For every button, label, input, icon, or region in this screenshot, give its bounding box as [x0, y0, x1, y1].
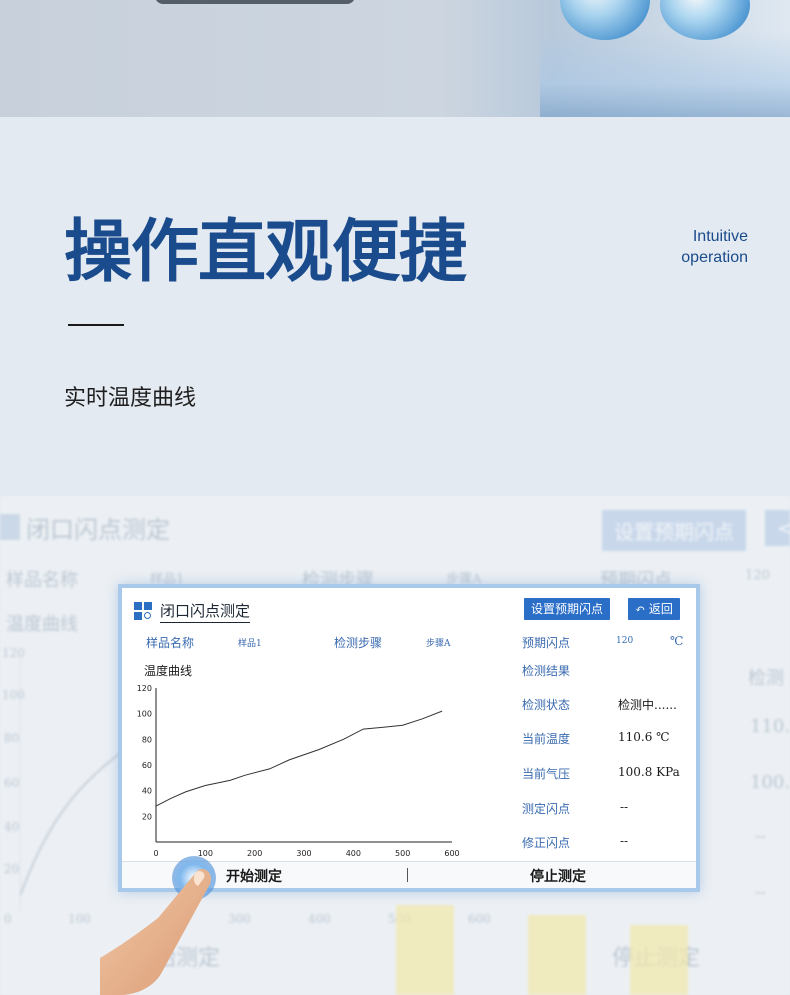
bg-set-button: 设置预期闪点: [602, 510, 746, 551]
bg-x-tick: 600: [468, 912, 491, 926]
bg-y-tick: 80: [4, 731, 20, 745]
bg-right-value: 110.: [750, 716, 790, 737]
action-divider: [407, 868, 408, 882]
temperature-series-line: [155, 710, 443, 807]
y-tick-label: 80: [142, 735, 152, 744]
y-tick-label: 60: [142, 761, 152, 770]
bg-y-tick: 40: [4, 820, 20, 834]
divider-rule: [68, 324, 124, 326]
curve-label: 温度曲线: [144, 664, 193, 678]
english-tagline-line: Intuitive: [692, 228, 748, 245]
y-tick-label: 120: [137, 684, 152, 693]
current-temp-label: 当前温度: [522, 732, 571, 746]
back-arrow-icon: ↶: [635, 602, 646, 616]
stop-test-button[interactable]: 停止测定: [530, 866, 586, 886]
measured-flash-value: --: [620, 800, 629, 814]
sample-name-label: 样品名称: [146, 636, 195, 650]
detect-step-label: 检测步骤: [334, 636, 383, 650]
english-tagline: Intuitive operation: [681, 226, 748, 268]
bg-yellow-block: [396, 905, 454, 995]
back-button-label: 返回: [648, 602, 673, 616]
status-label: 检测状态: [522, 698, 571, 712]
x-tick-label: 200: [247, 849, 262, 858]
touchscreen-panel: 闭口闪点测定 设置预期闪点 ↶ 返回 样品名称 样品1 检测步骤 步骤A 预期闪…: [118, 584, 700, 892]
result-label: 检测结果: [522, 664, 571, 678]
expected-flash-unit: ℃: [670, 634, 684, 648]
bg-back-button: <: [765, 510, 790, 546]
bg-x-tick: 400: [308, 912, 331, 926]
lab-photo-banner: [0, 0, 790, 117]
sample-name-value: 样品1: [238, 639, 262, 649]
bg-right-label: 检测: [748, 668, 784, 689]
y-tick-label: 100: [137, 710, 152, 719]
bg-title: 闭口闪点测定: [26, 516, 170, 544]
expected-flash-value: 120: [616, 636, 634, 646]
section-subtitle: 实时温度曲线: [64, 386, 197, 411]
page-headline: 操作直观便捷: [64, 213, 467, 292]
water-splash: [540, 30, 790, 117]
x-tick-label: 0: [153, 849, 158, 858]
current-pressure-value: 100.8 KPa: [618, 765, 680, 779]
bg-y-tick: 20: [4, 862, 20, 876]
bg-y-tick: 60: [4, 776, 20, 790]
current-temp-value: 110.6 ℃: [618, 730, 670, 744]
detect-step-value: 步骤A: [426, 639, 451, 649]
device-edge: [155, 0, 355, 4]
back-button[interactable]: ↶ 返回: [628, 598, 680, 620]
temperature-chart: 204060801001200 100 200 300 400 500 600: [137, 684, 460, 858]
app-grid-icon: [134, 602, 154, 622]
corrected-flash-value: --: [620, 834, 629, 848]
x-tick-label: 400: [346, 849, 361, 858]
x-tick-label: 600: [444, 849, 459, 858]
bg-x-tick: 300: [228, 912, 251, 926]
english-tagline-line: operation: [681, 249, 748, 266]
bg-sample-label: 样品名称: [6, 570, 78, 591]
screen-title: 闭口闪点测定: [160, 600, 251, 623]
bg-expected-value: 120: [745, 568, 770, 583]
pointing-hand: [100, 868, 212, 995]
x-tick-label: 500: [395, 849, 410, 858]
bg-x-tick: 0: [4, 912, 12, 926]
bg-right-value: --: [755, 882, 766, 901]
x-tick-label: 300: [296, 849, 311, 858]
bg-yellow-block: [528, 915, 586, 995]
expected-flash-label: 预期闪点: [522, 636, 571, 650]
y-tick-label: 40: [142, 787, 152, 796]
start-test-button[interactable]: 开始测定: [226, 866, 282, 886]
y-tick-label: 20: [142, 812, 152, 821]
corrected-flash-label: 修正闪点: [522, 836, 571, 850]
bg-yellow-block: [630, 925, 688, 995]
bg-title-icon: [0, 514, 20, 540]
bg-right-value: 100.: [750, 772, 790, 793]
current-pressure-label: 当前气压: [522, 767, 571, 781]
status-value: 检测中......: [618, 698, 677, 712]
bg-curve-label: 温度曲线: [6, 614, 78, 635]
set-expected-flash-button[interactable]: 设置预期闪点: [524, 598, 611, 620]
measured-flash-label: 测定闪点: [522, 802, 571, 816]
bg-right-value: --: [755, 826, 766, 845]
